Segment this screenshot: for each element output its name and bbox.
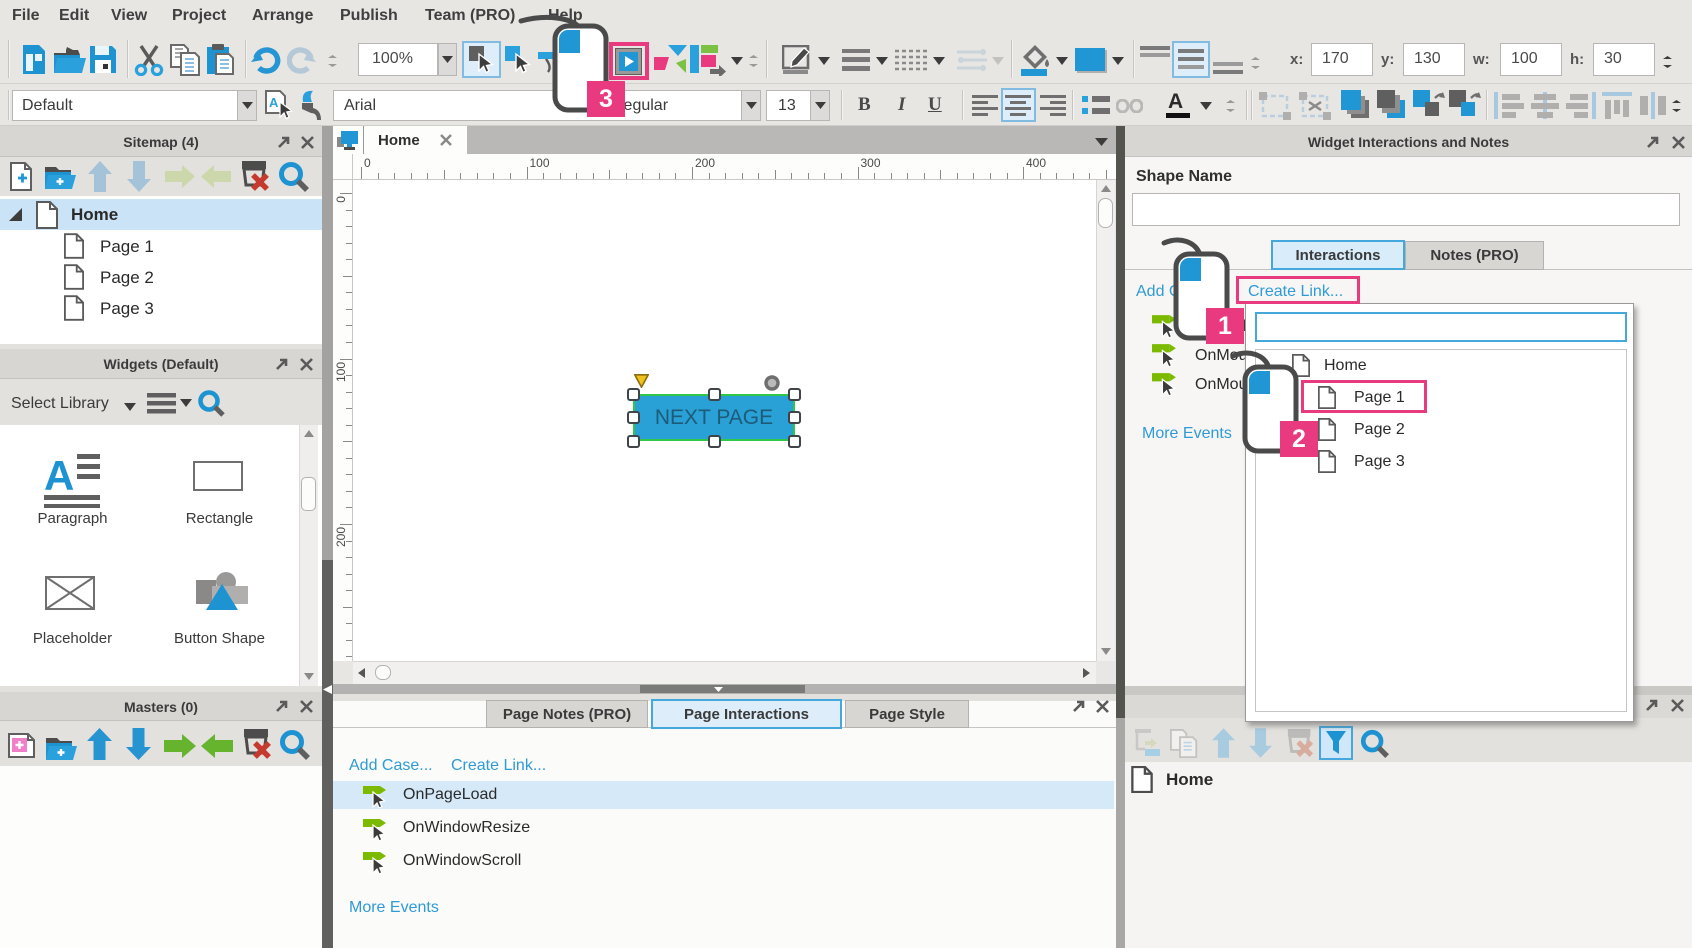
svg-text:A: A — [44, 452, 74, 499]
svg-text:A: A — [269, 95, 279, 110]
